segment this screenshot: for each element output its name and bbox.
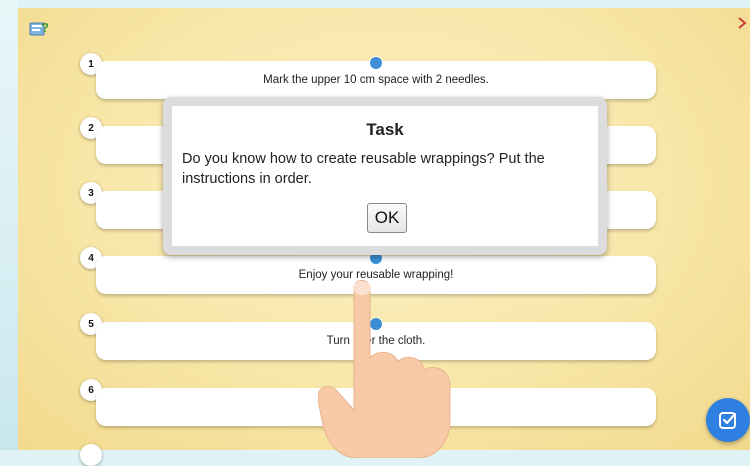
left-edge-strip: [0, 0, 18, 450]
svg-text:?: ?: [41, 20, 49, 35]
instruction-text-1: Mark the upper 10 cm space with 2 needle…: [263, 74, 489, 86]
task-dialog: Task Do you know how to create reusable …: [163, 97, 607, 255]
check-answers-button[interactable]: [706, 398, 750, 442]
task-stage: ? 1 Mark the upper 10 cm space with 2 ne…: [18, 8, 750, 466]
task-dialog-message: Do you know how to create reusable wrapp…: [182, 151, 545, 187]
help-question-icon[interactable]: ?: [28, 18, 52, 42]
task-dialog-content: Task Do you know how to create reusable …: [172, 106, 598, 246]
ok-button[interactable]: OK: [367, 203, 407, 233]
tutorial-hand-icon: [318, 280, 451, 458]
corner-close-icon[interactable]: [737, 16, 747, 30]
check-icon: [719, 412, 737, 429]
drag-handle-1[interactable]: [370, 57, 382, 69]
task-dialog-title: Task: [366, 120, 404, 139]
step-number-7-partial: [80, 444, 102, 466]
